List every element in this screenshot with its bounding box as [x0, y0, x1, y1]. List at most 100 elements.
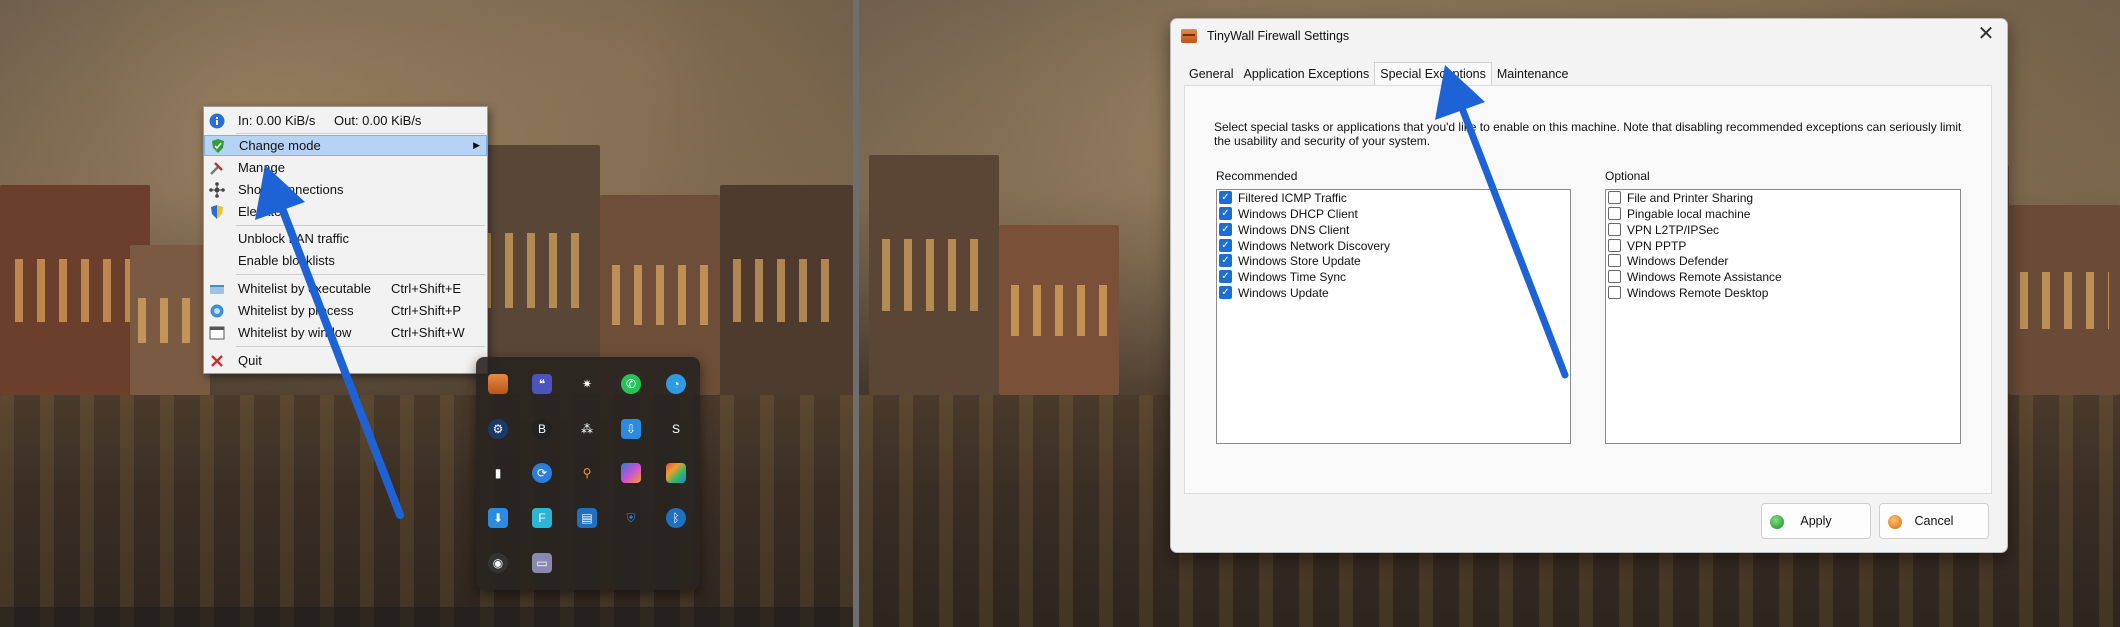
teams-icon[interactable]: ❝ — [532, 374, 552, 394]
shield-icon — [210, 138, 226, 154]
audio-icon[interactable]: ▮ — [488, 463, 508, 483]
close-button[interactable]: ✕ — [1975, 23, 1997, 45]
menu-separator — [236, 346, 485, 347]
checkbox-pingable[interactable]: Pingable local machine — [1608, 206, 1750, 221]
checkbox-unchecked-icon[interactable] — [1608, 223, 1621, 236]
checkbox-checked-icon[interactable]: ✓ — [1219, 207, 1232, 220]
checkbox-checked-icon[interactable]: ✓ — [1219, 286, 1232, 299]
menu-item-whitelist-process[interactable]: Whitelist by process Ctrl+Shift+P — [204, 300, 487, 321]
tab-maintenance[interactable]: Maintenance — [1492, 64, 1574, 86]
quit-x-icon — [209, 353, 225, 369]
menu-item-unblock-lan[interactable]: Unblock LAN traffic — [204, 228, 487, 249]
checkbox-unchecked-icon[interactable] — [1608, 254, 1621, 267]
flow-icon[interactable]: F — [532, 508, 552, 528]
checkbox-unchecked-icon[interactable] — [1608, 286, 1621, 299]
building — [720, 185, 853, 395]
menu-item-whitelist-window[interactable]: Whitelist by window Ctrl+Shift+W — [204, 322, 487, 343]
tab-application-exceptions[interactable]: Application Exceptions — [1238, 64, 1374, 86]
optional-list[interactable]: File and Printer Sharing Pingable local … — [1605, 189, 1961, 444]
tinywall-settings-window: TinyWall Firewall Settings ✕ General App… — [1170, 18, 2008, 553]
building — [2009, 205, 2120, 395]
checkbox-store-update[interactable]: ✓ Windows Store Update — [1219, 253, 1361, 268]
apply-button[interactable]: Apply — [1761, 503, 1871, 539]
taskbar[interactable] — [0, 607, 853, 627]
checkbox-checked-icon[interactable]: ✓ — [1219, 270, 1232, 283]
tray-context-menu: In: 0.00 KiB/s Out: 0.00 KiB/s Change mo… — [203, 106, 488, 374]
title-bar: TinyWall Firewall Settings — [1181, 26, 1349, 46]
defender-icon[interactable]: ⛨ — [621, 508, 641, 528]
copilot-icon[interactable] — [621, 463, 641, 483]
menu-separator — [236, 274, 485, 275]
network-icon — [209, 181, 225, 198]
sync-icon[interactable]: ⟳ — [532, 463, 552, 483]
bitdefender-icon[interactable]: B — [532, 419, 552, 439]
tab-general[interactable]: General — [1184, 64, 1238, 86]
menu-item-enable-blocklists[interactable]: Enable blocklists — [204, 250, 487, 271]
window-icon — [209, 325, 225, 341]
checkbox-time-sync[interactable]: ✓ Windows Time Sync — [1219, 269, 1346, 284]
cancel-button[interactable]: Cancel — [1879, 503, 1989, 539]
tinywall-app-icon — [1181, 29, 1197, 43]
search-key-icon[interactable]: ⚲ — [577, 463, 597, 483]
tinywall-icon[interactable] — [488, 374, 508, 394]
menu-item-traffic: In: 0.00 KiB/s Out: 0.00 KiB/s — [204, 110, 487, 131]
menu-separator — [236, 225, 485, 226]
installer-icon[interactable]: ⬇ — [488, 508, 508, 528]
menu-item-whitelist-executable[interactable]: Whitelist by executable Ctrl+Shift+E — [204, 278, 487, 299]
checkbox-vpn-pptp[interactable]: VPN PPTP — [1608, 238, 1686, 253]
whatsapp-icon[interactable]: ✆ — [621, 374, 641, 394]
tray-overflow-flyout: ❝ ✷ ✆ ◔ ⚙ B ⁂ ⇩ S ▮ ⟳ ⚲ ⬇ F ▤ ⛨ ᛒ ◉ ▭ — [476, 357, 700, 590]
checkbox-vpn-l2tp[interactable]: VPN L2TP/IPSec — [1608, 222, 1719, 237]
optional-label: Optional — [1605, 169, 1650, 183]
checkbox-checked-icon[interactable]: ✓ — [1219, 239, 1232, 252]
elevate-shield-icon — [209, 204, 225, 220]
checkbox-unchecked-icon[interactable] — [1608, 191, 1621, 204]
cluster-icon[interactable]: ⁂ — [577, 419, 597, 439]
outlook-icon[interactable]: ▤ — [577, 508, 597, 528]
office-icon[interactable] — [666, 463, 686, 483]
submenu-arrow-icon: ▶ — [473, 140, 480, 150]
menu-item-manage[interactable]: Manage — [204, 157, 487, 178]
building — [130, 245, 210, 395]
checkbox-windows-update[interactable]: ✓ Windows Update — [1219, 285, 1329, 300]
description-text: Select special tasks or applications tha… — [1214, 120, 1962, 148]
recommended-list[interactable]: ✓ Filtered ICMP Traffic ✓ Windows DHCP Cli… — [1216, 189, 1571, 444]
info-icon — [209, 113, 225, 129]
checkbox-file-printer-sharing[interactable]: File and Printer Sharing — [1608, 190, 1753, 205]
tab-special-exceptions[interactable]: Special Exceptions — [1374, 62, 1492, 86]
scrivener-icon[interactable]: S — [666, 419, 686, 439]
process-icon — [209, 303, 225, 319]
checkbox-remote-assistance[interactable]: Windows Remote Assistance — [1608, 269, 1782, 284]
executable-icon — [209, 281, 225, 297]
checkbox-unchecked-icon[interactable] — [1608, 239, 1621, 252]
steam-icon[interactable]: ⚙ — [488, 419, 508, 439]
checkbox-checked-icon[interactable]: ✓ — [1219, 191, 1232, 204]
checkbox-dhcp-client[interactable]: ✓ Windows DHCP Client — [1219, 206, 1358, 221]
checkbox-filtered-icmp[interactable]: ✓ Filtered ICMP Traffic — [1219, 190, 1347, 205]
recommended-label: Recommended — [1216, 169, 1298, 183]
water-reflection — [0, 395, 853, 627]
menu-item-show-connections[interactable]: Show connections — [204, 179, 487, 200]
chat-icon[interactable]: ▭ — [532, 553, 552, 573]
download-icon[interactable]: ⇩ — [621, 419, 641, 439]
building — [0, 185, 150, 395]
checkbox-network-discovery[interactable]: ✓ Windows Network Discovery — [1219, 238, 1390, 253]
checkbox-checked-icon[interactable]: ✓ — [1219, 223, 1232, 236]
edge-icon[interactable]: ◔ — [666, 374, 686, 394]
menu-item-elevate[interactable]: Elevate — [204, 201, 487, 222]
checkbox-windows-defender[interactable]: Windows Defender — [1608, 253, 1728, 268]
checkbox-dns-client[interactable]: ✓ Windows DNS Client — [1219, 222, 1349, 237]
tab-strip: General Application Exceptions Special E… — [1184, 62, 1574, 86]
menu-item-quit[interactable]: Quit — [204, 350, 487, 371]
bluetooth-icon[interactable]: ᛒ — [666, 508, 686, 528]
window-title: TinyWall Firewall Settings — [1207, 29, 1350, 43]
menu-separator — [236, 133, 485, 134]
checkbox-checked-icon[interactable]: ✓ — [1219, 254, 1232, 267]
checkbox-unchecked-icon[interactable] — [1608, 270, 1621, 283]
sun-icon[interactable]: ✷ — [577, 374, 597, 394]
menu-item-change-mode[interactable]: Change mode ▶ — [204, 135, 487, 156]
checkbox-unchecked-icon[interactable] — [1608, 207, 1621, 220]
checkbox-remote-desktop[interactable]: Windows Remote Desktop — [1608, 285, 1768, 300]
nvidia-icon[interactable]: ◉ — [488, 553, 508, 573]
building — [999, 225, 1119, 395]
